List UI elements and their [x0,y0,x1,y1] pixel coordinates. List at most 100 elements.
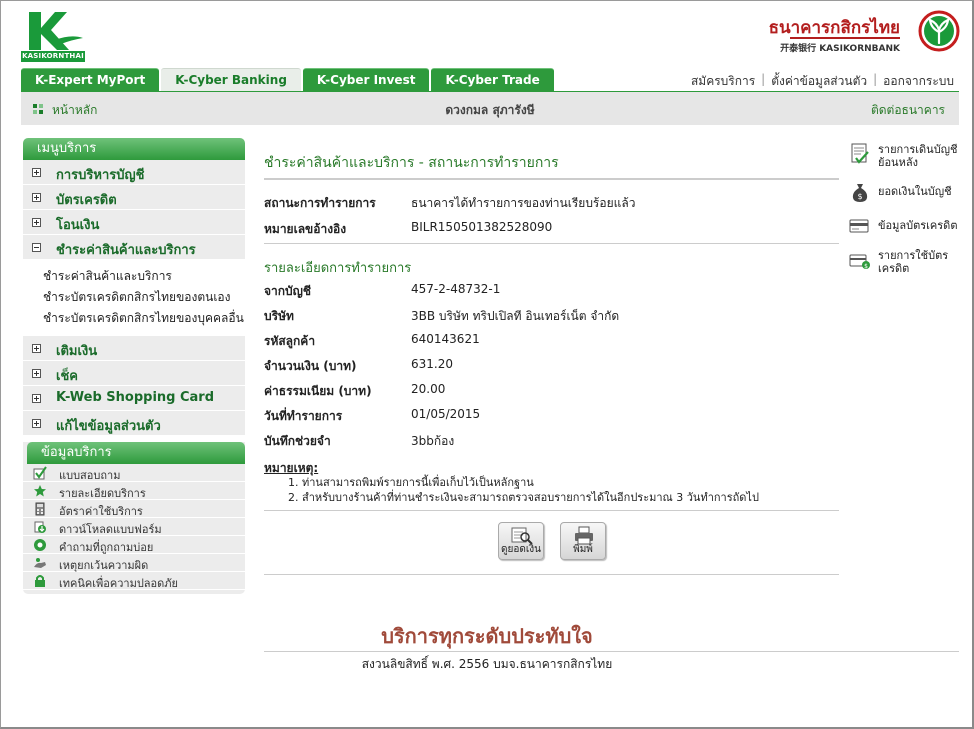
quicklink-label: ข้อมูลบัตรเครดิต [878,219,958,232]
info-item-fees[interactable]: อัตราค่าใช้บริการ [23,500,245,518]
status-value: ธนาคารได้ทำรายการของท่านเรียบร้อยแล้ว [411,196,636,210]
menu-item-label: เติมเงิน [56,344,98,359]
print-button[interactable]: พิมพ์ [560,522,606,560]
user-name: ดวงกมล สุภารังษี [445,103,535,117]
sub-header-bar: หน้าหลัก ดวงกมล สุภารังษี ติดต่อธนาคาร [21,92,959,125]
svg-text:$: $ [864,263,868,270]
menu-item-label: แก้ไขข้อมูลส่วนตัว [56,419,161,434]
quicklink-credit-card-usage[interactable]: $ รายการใช้บัตรเครดิต [849,249,959,279]
detail-label: จากบัญชี [264,284,312,298]
menu-item-label: ชำระค่าสินค้าและบริการ [56,243,196,258]
bill-payment-submenu: ชำระค่าสินค้าและบริการ ชำระบัตรเครดิตกสิ… [23,260,245,336]
service-info-title: ข้อมูลบริการ [27,442,245,464]
tab-k-expert-myport[interactable]: K-Expert MyPort [21,68,160,91]
menu-item-cheque[interactable]: เช็ค [23,361,245,386]
info-item-exceptions[interactable]: เหตุยกเว้นความผิด [23,554,245,572]
detail-value: 20.00 [411,382,446,396]
menu-item-top-up[interactable]: เติมเงิน [23,336,245,361]
status-label: สถานะการทำรายการ [264,196,376,210]
menu-item-label: บัตรเครดิต [56,193,117,208]
info-item-security-tips[interactable]: เทคนิคเพื่อความปลอดภัย [23,572,245,590]
menu-item-credit-card[interactable]: บัตรเครดิต [23,185,245,210]
quicklink-statement[interactable]: รายการเดินบัญชีย้อนหลัง [849,143,959,173]
rice-leaf-emblem-icon [918,10,960,52]
logout-link[interactable]: ออกจากระบบ [877,72,960,91]
print-label: พิมพ์ [573,544,593,555]
expand-icon [32,168,41,177]
lock-icon [35,575,45,587]
submenu-item-bill-payment[interactable]: ชำระค่าสินค้าและบริการ [23,265,245,286]
quicklink-credit-card-info[interactable]: ข้อมูลบัตรเครดิต [849,215,959,237]
register-link[interactable]: สมัครบริการ [685,72,761,91]
footer-slogan: บริการทุกระดับประทับใจ [381,624,593,648]
card-usage-icon: $ [849,254,870,270]
contact-bank-link[interactable]: ติดต่อธนาคาร [871,101,945,120]
menu-item-label: การบริหารบัญชี [56,168,145,183]
bank-name-english: 开泰银行 KASIKORNBANK [780,44,900,54]
menu-item-bill-payment[interactable]: ชำระค่าสินค้าและบริการ [23,235,245,260]
detail-label: จำนวนเงิน (บาท) [264,359,357,373]
reference-value: BILR150501382528090 [411,220,553,234]
expand-icon [32,369,41,378]
bank-name-underline [790,37,900,39]
menu-item-label: โอนเงิน [56,218,100,233]
info-item-download-forms[interactable]: ดาวน์โหลดแบบฟอร์ม [23,518,245,536]
quicklink-label: รายการเดินบัญชีย้อนหลัง [878,143,958,169]
kasikornthai-logo[interactable]: KASIKORNTHAI [21,10,85,62]
expand-icon [32,218,41,227]
quicklink-account-balance[interactable]: $ ยอดเงินในบัญชี [849,181,959,203]
info-item-service-details[interactable]: รายละเอียดบริการ [23,482,245,500]
faq-icon [34,539,46,551]
expand-icon [32,419,41,428]
page-title: ชำระค่าสินค้าและบริการ - สถานะการทำรายกา… [264,155,559,171]
detail-value: 631.20 [411,357,453,371]
k-logo-icon [29,12,83,50]
quicklink-label: ยอดเงินในบัญชี [878,185,952,198]
view-balance-button[interactable]: ดูยอดเงิน [498,522,544,560]
info-item-survey[interactable]: แบบสอบถาม [23,464,245,482]
submenu-item-other-credit-card[interactable]: ชำระบัตรเครดิตกสิกรไทยของบุคคลอื่น [23,307,245,328]
hand-icon [34,558,46,568]
menu-item-edit-profile[interactable]: แก้ไขข้อมูลส่วนตัว [23,411,245,436]
detail-label: รหัสลูกค้า [264,334,316,348]
menu-item-k-web-shopping-card[interactable]: K-Web Shopping Card [23,386,245,411]
service-menu-title: เมนูบริการ [23,138,245,160]
tab-k-cyber-trade[interactable]: K-Cyber Trade [431,68,554,91]
divider [264,178,839,180]
menu-item-label: K-Web Shopping Card [56,390,215,405]
expand-icon [32,344,41,353]
logo-wordmark: KASIKORNTHAI [21,51,85,62]
checkmark-icon [33,466,47,480]
kasikornbank-logo[interactable]: ธนาคารกสิกรไทย 开泰银行 KASIKORNBANK [769,10,960,54]
info-item-faq[interactable]: คำถามที่ถูกถามบ่อย [23,536,245,554]
collapse-icon [32,243,41,252]
detail-label: วันที่ทำรายการ [264,409,343,423]
main-tabs: K-Expert MyPort K-Cyber Banking K-Cyber … [21,68,554,91]
divider [264,510,839,511]
calculator-icon [35,502,45,516]
download-icon [34,521,46,533]
main-content: ชำระค่าสินค้าและบริการ - สถานะการทำรายกา… [264,138,839,578]
svg-text:$: $ [857,192,862,201]
menu-item-account-management[interactable]: การบริหารบัญชี [23,160,245,185]
submenu-item-own-credit-card[interactable]: ชำระบัตรเครดิตกสิกรไทยของตนเอง [23,286,245,307]
menu-item-transfer[interactable]: โอนเงิน [23,210,245,235]
detail-label: บันทึกช่วยจำ [264,434,331,448]
statement-icon [851,143,869,164]
footer-copyright: สงวนลิขสิทธิ์ พ.ศ. 2556 บมจ.ธนาคารกสิกรไ… [361,657,613,671]
detail-value: 3bbก้อง [411,434,455,448]
footer-divider [264,651,959,652]
settings-link[interactable]: ตั้งค่าข้อมูลส่วนตัว [765,72,873,91]
details-title: รายละเอียดการทำรายการ [264,261,412,276]
tab-k-cyber-invest[interactable]: K-Cyber Invest [302,68,430,91]
money-bag-icon: $ [852,184,868,202]
detail-value: 01/05/2015 [411,407,481,421]
star-icon [34,485,46,497]
remark-line-2: 2. สำหรับบางร้านค้าที่ท่านชำระเงินจะสามา… [288,491,759,504]
detail-value: 457-2-48732-1 [411,282,501,296]
credit-card-icon [849,219,869,233]
tab-k-cyber-banking[interactable]: K-Cyber Banking [161,68,301,91]
service-menu: เมนูบริการ การบริหารบัญชี บัตรเครดิต โอน… [23,138,245,436]
reference-label: หมายเลขอ้างอิง [264,222,347,236]
menu-item-label: เช็ค [56,369,78,384]
